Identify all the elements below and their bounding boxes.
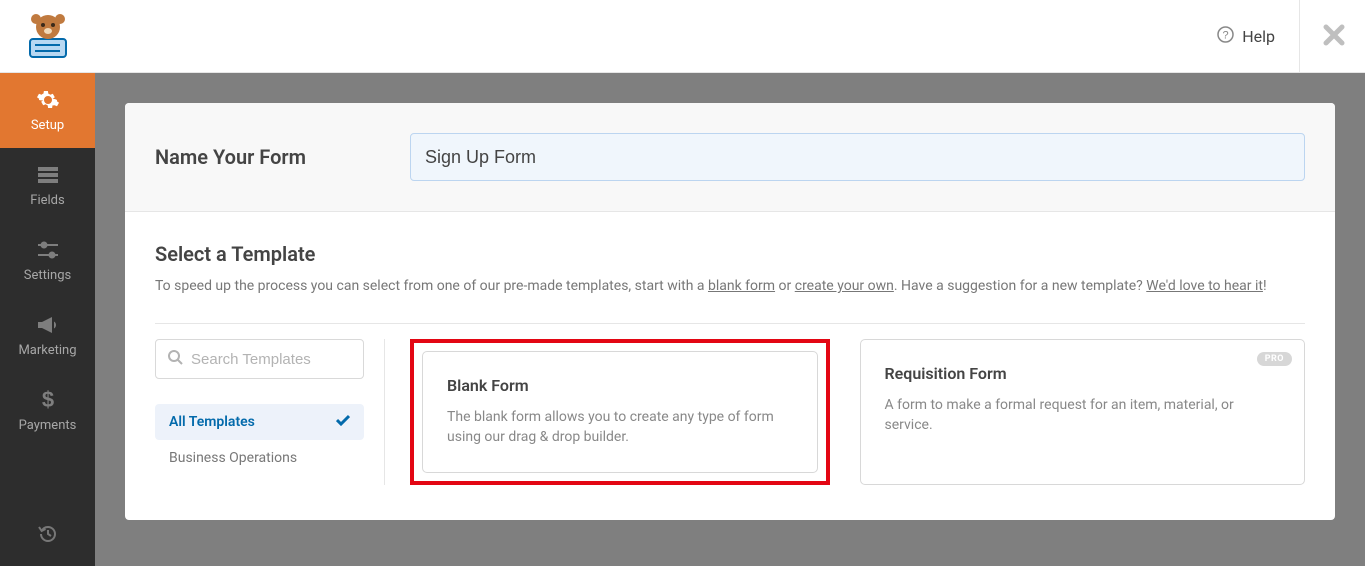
- form-name-input[interactable]: [410, 133, 1305, 181]
- help-icon: ?: [1217, 26, 1234, 47]
- gear-icon: [36, 89, 60, 111]
- category-business-operations[interactable]: Business Operations: [155, 440, 364, 476]
- setup-panel: Name Your Form Select a Template To spee…: [125, 103, 1335, 520]
- main-stage: Name Your Form Select a Template To spee…: [95, 73, 1365, 566]
- sidebar-item-fields[interactable]: Fields: [0, 148, 95, 223]
- highlighted-template: Blank Form The blank form allows you to …: [410, 339, 830, 485]
- sidebar-label: Setup: [31, 118, 64, 133]
- suggestion-link[interactable]: We'd love to hear it: [1146, 278, 1263, 294]
- form-name-row: Name Your Form: [125, 103, 1335, 212]
- sidebar-label: Fields: [30, 193, 64, 208]
- close-button[interactable]: [1323, 0, 1345, 73]
- dollar-icon: $: [40, 389, 56, 411]
- svg-text:?: ?: [1223, 30, 1229, 42]
- category-all-templates[interactable]: All Templates: [155, 404, 364, 440]
- app-logo: [0, 0, 95, 72]
- template-desc: A form to make a formal request for an i…: [885, 395, 1281, 436]
- sidebar-label: Marketing: [18, 343, 76, 358]
- blank-form-link[interactable]: blank form: [708, 278, 775, 294]
- template-title: Requisition Form: [885, 364, 1281, 383]
- template-title: Blank Form: [447, 376, 793, 395]
- sidebar-label: Settings: [24, 268, 71, 283]
- template-search-input[interactable]: [191, 351, 390, 368]
- help-link[interactable]: ? Help: [1217, 0, 1275, 73]
- template-cards-column: Blank Form The blank form allows you to …: [385, 339, 1305, 485]
- bullhorn-icon: [36, 314, 60, 336]
- history-icon: [37, 523, 59, 549]
- check-icon: [336, 414, 350, 430]
- section-divider: [155, 323, 1305, 324]
- topbar-divider: [1299, 0, 1300, 72]
- sidebar-history-button[interactable]: [0, 506, 95, 566]
- sidebar: Setup Fields Settings Marketing $ Paymen…: [0, 73, 95, 566]
- sidebar-item-settings[interactable]: Settings: [0, 223, 95, 298]
- template-subtitle: To speed up the process you can select f…: [155, 276, 1305, 297]
- sidebar-label: Payments: [19, 418, 77, 433]
- search-icon: [168, 350, 183, 369]
- form-name-label: Name Your Form: [155, 145, 380, 169]
- template-filter-column: All Templates Business Operations: [155, 339, 385, 485]
- template-heading: Select a Template: [155, 242, 1305, 266]
- template-desc: The blank form allows you to create any …: [447, 407, 793, 448]
- close-icon: [1323, 24, 1345, 50]
- help-label: Help: [1242, 27, 1275, 46]
- template-card-blank-form[interactable]: Blank Form The blank form allows you to …: [422, 351, 818, 473]
- sliders-icon: [36, 239, 60, 261]
- category-list: All Templates Business Operations: [155, 404, 364, 476]
- template-card-requisition-form[interactable]: PRO Requisition Form A form to make a fo…: [860, 339, 1306, 485]
- wpforms-logo-icon: [20, 11, 75, 61]
- template-columns: All Templates Business Operations: [155, 339, 1305, 485]
- sidebar-item-setup[interactable]: Setup: [0, 73, 95, 148]
- create-own-link[interactable]: create your own: [795, 278, 894, 294]
- svg-text:$: $: [41, 389, 53, 411]
- template-search[interactable]: [155, 339, 364, 379]
- sidebar-item-marketing[interactable]: Marketing: [0, 298, 95, 373]
- template-section: Select a Template To speed up the proces…: [125, 212, 1335, 520]
- topbar: ? Help: [0, 0, 1365, 73]
- list-icon: [36, 164, 60, 186]
- sidebar-item-payments[interactable]: $ Payments: [0, 373, 95, 448]
- pro-badge: PRO: [1257, 352, 1292, 366]
